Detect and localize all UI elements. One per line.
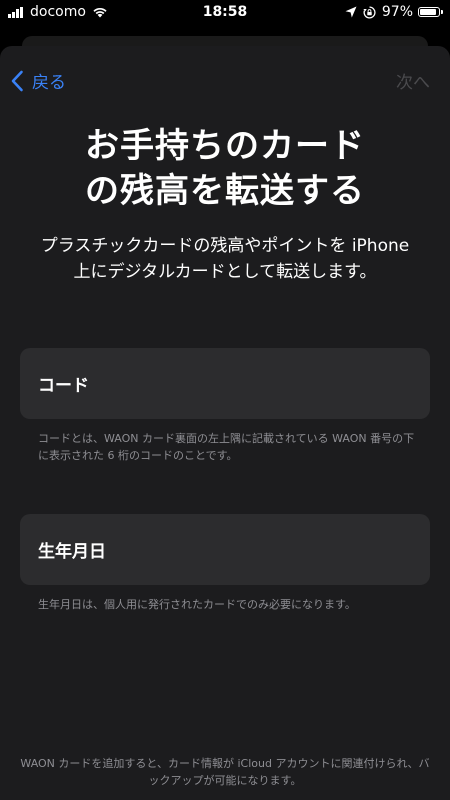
screen: docomo 18:58 97% 戻る 次へ お手持ちのカード の残高を転送する… (0, 0, 450, 800)
code-field[interactable]: コード (20, 348, 430, 419)
date-of-birth-field-label: 生年月日 (38, 542, 106, 562)
date-of-birth-field-note: 生年月日は、個人用に発行されたカードでのみ必要になります。 (38, 598, 356, 611)
battery-percent: 97% (381, 4, 413, 20)
code-field-label: コード (38, 376, 89, 396)
battery-icon (418, 7, 443, 17)
orientation-lock-icon (363, 5, 376, 19)
page-title: お手持ちのカード の残高を転送する (85, 126, 365, 211)
footer-note: WAON カードを追加すると、カード情報が iCloud アカウントに関連付けら… (20, 757, 430, 787)
battery-level (420, 9, 436, 15)
back-button[interactable]: 戻る (10, 68, 66, 93)
page-subtitle: プラスチックカードの残高やポイントを iPhone 上にデジタルカードとして転送… (40, 236, 410, 282)
back-button-label: 戻る (32, 73, 66, 93)
next-button[interactable]: 次へ (396, 68, 430, 93)
chevron-left-icon (11, 70, 23, 91)
modal-sheet: 戻る 次へ お手持ちのカード の残高を転送する プラスチックカードの残高やポイン… (0, 46, 450, 800)
status-bar: docomo 18:58 97% (0, 0, 450, 26)
date-of-birth-field[interactable]: 生年月日 (20, 514, 430, 585)
location-icon (345, 6, 357, 18)
code-field-note: コードとは、WAON カード裏面の左上隅に記載されている WAON 番号の下に表… (38, 432, 415, 462)
status-right: 97% (345, 4, 443, 20)
